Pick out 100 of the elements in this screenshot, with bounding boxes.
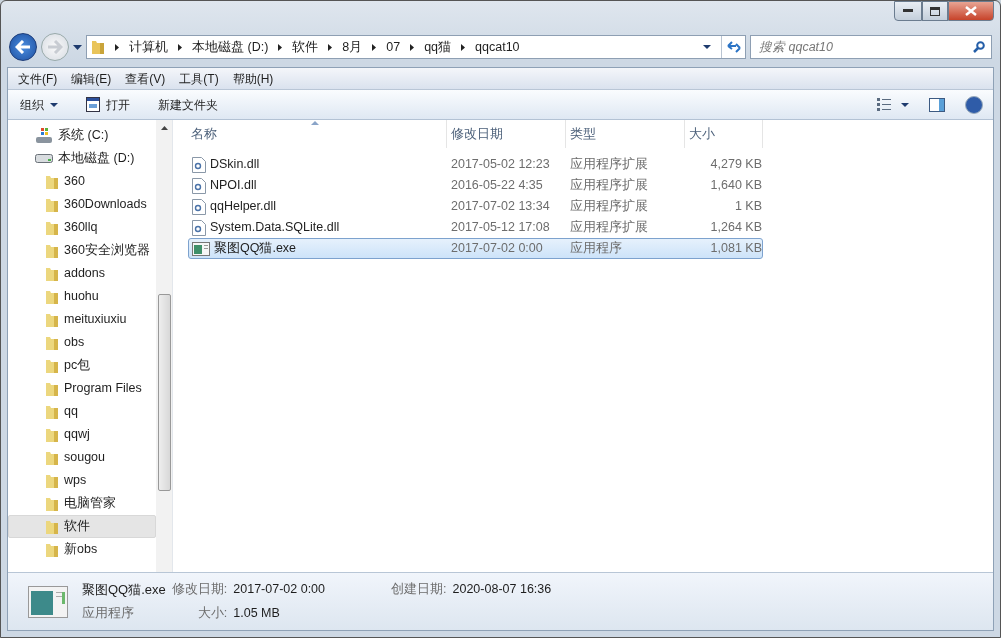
folder-icon (45, 288, 59, 305)
tree-item[interactable]: qqwj (8, 423, 156, 446)
chevron-icon[interactable] (178, 43, 182, 51)
file-row[interactable]: 聚图QQ猫.exe 2017-07-02 0:00 应用程序 1,081 KB (188, 238, 763, 259)
back-button[interactable] (9, 33, 37, 61)
folder-icon (45, 495, 59, 512)
history-dropdown-icon[interactable] (73, 44, 82, 50)
chevron-icon[interactable] (461, 43, 466, 51)
tree-item[interactable]: meituxiuxiu (8, 308, 156, 331)
file-row[interactable]: System.Data.SQLite.dll 2017-05-12 17:08 应用程序扩展 1,264 KB (188, 217, 763, 238)
forward-arrow-icon (47, 40, 63, 54)
file-type: 应用程序扩展 (570, 198, 648, 216)
minimize-button[interactable] (894, 1, 922, 21)
chevron-icon[interactable] (410, 43, 415, 51)
folder-icon (45, 380, 59, 397)
folder-icon (45, 196, 59, 213)
tree-item[interactable]: 电脑管家 (8, 492, 156, 515)
tree-item[interactable]: Program Files (8, 377, 156, 400)
file-size: 1 KB (734, 198, 762, 216)
breadcrumb[interactable]: 软件 (292, 37, 319, 57)
file-row[interactable]: qqHelper.dll 2017-07-02 13:34 应用程序扩展 1 KB (188, 196, 763, 217)
dropdown-arrow-icon[interactable] (703, 45, 711, 49)
folder-icon (45, 518, 59, 535)
tree-item[interactable]: 系统 (C:) (8, 124, 156, 147)
menu-item[interactable]: 查看(V) (125, 69, 166, 88)
detail-label: 修改日期: (171, 581, 228, 599)
search-field[interactable]: 搜索 qqcat10 (750, 35, 992, 59)
folder-icon (45, 334, 59, 351)
menu-item[interactable]: 工具(T) (179, 69, 219, 88)
tree-item[interactable]: wps (8, 469, 156, 492)
file-size: 1,081 KB (710, 240, 762, 258)
folder-icon (91, 39, 105, 55)
file-name: qqHelper.dll (210, 198, 276, 216)
breadcrumb[interactable]: qq猫 (424, 37, 452, 57)
address-bar[interactable]: 计算机 本地磁盘 (D:) 软件 8月 07 qq猫 qqcat10 (86, 35, 746, 59)
folder-icon (45, 426, 59, 443)
column-header[interactable]: 修改日期 (447, 120, 566, 148)
folder-icon (45, 242, 59, 259)
file-type: 应用程序扩展 (570, 219, 648, 237)
tree-item[interactable]: 新obs (8, 538, 156, 561)
chevron-icon[interactable] (372, 43, 377, 51)
preview-pane-icon[interactable] (929, 97, 945, 112)
caret-icon (50, 102, 58, 107)
toolbar-button[interactable]: 打开 (86, 95, 130, 114)
file-row[interactable]: DSkin.dll 2017-05-02 12:23 应用程序扩展 4,279 KB (188, 154, 763, 175)
folder-icon (45, 311, 59, 328)
refresh-icon[interactable] (726, 41, 741, 53)
dll-file-icon (192, 198, 206, 215)
detail-value: 1.05 MB (233, 604, 281, 622)
file-date: 2017-07-02 13:34 (451, 198, 550, 216)
file-size: 1,640 KB (710, 177, 762, 195)
breadcrumb[interactable]: 8月 (342, 37, 363, 57)
file-type: 应用程序扩展 (570, 177, 648, 195)
scroll-up-icon[interactable] (160, 126, 168, 130)
folder-icon (45, 541, 59, 558)
column-header[interactable]: 类型 (566, 120, 685, 148)
toolbar-button[interactable]: 新建文件夹 (158, 95, 218, 114)
tree-item[interactable]: 360 (8, 170, 156, 193)
view-options-icon[interactable] (877, 98, 891, 111)
menu-item[interactable]: 文件(F) (18, 69, 58, 88)
tree-item[interactable]: addons (8, 262, 156, 285)
folder-icon (45, 265, 59, 282)
dll-file-icon (192, 177, 206, 194)
application-icon (192, 241, 210, 256)
file-name: 聚图QQ猫.exe (214, 240, 297, 258)
dll-file-icon (192, 156, 206, 173)
drive-icon (35, 154, 53, 163)
file-row[interactable]: NPOI.dll 2016-05-22 4:35 应用程序扩展 1,640 KB (188, 175, 763, 196)
tree-item[interactable]: obs (8, 331, 156, 354)
tree-item[interactable]: pc包 (8, 354, 156, 377)
maximize-button[interactable] (922, 1, 948, 21)
tree-item[interactable]: 360安全浏览器 (8, 239, 156, 262)
tree-item[interactable]: 软件 (8, 515, 156, 538)
maximize-icon (930, 6, 940, 16)
menu-item[interactable]: 帮助(H) (232, 69, 274, 88)
tree-item[interactable]: 本地磁盘 (D:) (8, 147, 156, 170)
detail-label: 大小: (196, 604, 228, 622)
file-size: 4,279 KB (710, 156, 762, 174)
chevron-icon[interactable] (278, 43, 283, 51)
tree-item[interactable]: sougou (8, 446, 156, 469)
breadcrumb[interactable]: 本地磁盘 (D:) (192, 37, 269, 57)
column-header[interactable]: 大小 (685, 120, 763, 148)
breadcrumb[interactable]: 07 (386, 37, 401, 57)
close-button[interactable] (948, 1, 994, 21)
breadcrumb[interactable]: 计算机 (129, 37, 168, 57)
column-header[interactable]: 名称 (187, 120, 447, 148)
chevron-icon[interactable] (115, 43, 119, 51)
breadcrumb[interactable]: qqcat10 (475, 37, 520, 57)
file-name: NPOI.dll (210, 177, 257, 195)
tree-item[interactable]: 360Downloads (8, 193, 156, 216)
toolbar-button[interactable]: 组织 (20, 95, 58, 114)
chevron-icon[interactable] (328, 43, 333, 51)
menu-item[interactable]: 编辑(E) (71, 69, 112, 88)
tree-item[interactable]: huohu (8, 285, 156, 308)
tree-item[interactable]: qq (8, 400, 156, 423)
caret-icon[interactable] (901, 102, 909, 107)
folder-icon (45, 472, 59, 489)
scrollbar-thumb[interactable] (157, 294, 171, 491)
tree-item[interactable]: 360llq (8, 216, 156, 239)
folder-icon (45, 403, 59, 420)
